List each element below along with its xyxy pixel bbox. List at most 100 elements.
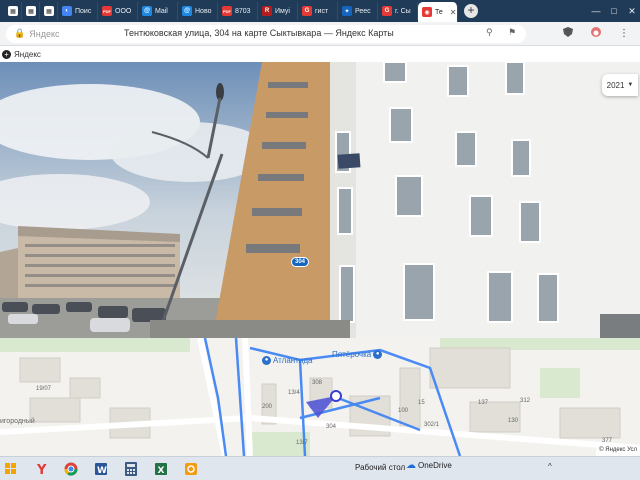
tab-label: Mail <box>155 7 168 15</box>
grid-icon: ▦ <box>26 6 36 16</box>
calculator-icon[interactable] <box>120 458 142 480</box>
poi-atlantida[interactable]: ● Атлантида <box>262 356 312 365</box>
building-number: 200 <box>262 404 273 410</box>
building-number: 137 <box>478 400 489 406</box>
svg-text:W: W <box>97 466 107 476</box>
onedrive-label: OneDrive <box>418 461 452 470</box>
panorama-image <box>0 62 640 338</box>
bookmarks-bar: + Яндекс <box>0 46 640 62</box>
tab-label: ООО <box>115 7 132 15</box>
google-icon: G <box>302 6 312 16</box>
shop-icon: ● <box>262 356 271 365</box>
tab[interactable]: ✦ Реес <box>338 2 378 20</box>
building-number: 130 <box>508 418 519 424</box>
bookmark-icon[interactable]: ⚑ <box>508 27 516 38</box>
url-field[interactable]: 🔒 Яндекс Тентюковская улица, 304 на карт… <box>6 24 526 43</box>
at-icon: @ <box>182 6 192 16</box>
tab[interactable]: @ Mail <box>138 2 178 20</box>
tab[interactable]: PDF 8703 <box>218 2 258 20</box>
building-number: 377 <box>602 438 613 444</box>
tab-list: ▦ ▦ ▦ ◐ Поис PDF ООО @ Mail @ Ново PDF 8703 R Имуі Gгис… <box>4 0 458 22</box>
yandex-bookmark-icon: + <box>2 49 11 59</box>
desktop-toolbar-label[interactable]: Рабочий стол <box>355 463 405 472</box>
tab[interactable]: PDF ООО <box>98 2 138 20</box>
poi-pyaterochka[interactable]: Пятёрочка ● <box>332 350 383 359</box>
tab-label: Поис <box>75 7 92 15</box>
map-canvas <box>0 338 640 456</box>
site-name: Яндекс <box>29 28 60 39</box>
svg-text:X: X <box>158 466 165 476</box>
rbc-icon: R <box>262 6 272 16</box>
start-icon[interactable] <box>0 458 22 480</box>
svg-text:Y: Y <box>36 463 47 476</box>
tab-label: Реес <box>355 7 371 15</box>
page-title: Тентюковская улица, 304 на карте Сыктывк… <box>124 27 394 38</box>
tab[interactable]: ▦ <box>40 2 58 20</box>
yandex-browser-icon[interactable]: Y <box>30 458 52 480</box>
tab[interactable]: ▦ <box>22 2 40 20</box>
orange-app-icon[interactable] <box>180 458 202 480</box>
tab[interactable]: ◐ Поис <box>58 2 98 20</box>
location-icon[interactable]: ⚲ <box>486 27 493 38</box>
tab-label: Ново <box>195 7 212 15</box>
year-label: 2021 <box>606 80 625 90</box>
district-label: игородный <box>0 418 35 425</box>
tab-label: г. Сы <box>395 7 411 15</box>
building-number: 13/4 <box>288 390 300 396</box>
at-icon: @ <box>142 6 152 16</box>
eagle-icon: ✦ <box>342 6 352 16</box>
building-number: 308 <box>312 380 323 386</box>
tab-active[interactable]: ◉ Те ✕ <box>418 2 458 22</box>
extension-shield-icon[interactable] <box>560 26 576 42</box>
minimize-button[interactable]: — <box>588 3 604 19</box>
browser-tab-strip: ▦ ▦ ▦ ◐ Поис PDF ООО @ Mail @ Ново PDF 8703 R Имуі Gгис… <box>0 0 640 22</box>
maximize-button[interactable]: □ <box>606 3 622 19</box>
panorama-year-selector[interactable]: 2021 ▼ <box>602 74 638 96</box>
tab-label: 8703 <box>235 7 251 15</box>
tab[interactable]: ▦ <box>4 2 22 20</box>
tab-label: Те <box>435 8 443 16</box>
new-tab-button[interactable]: + <box>464 4 478 18</box>
close-window-button[interactable]: ✕ <box>624 3 640 19</box>
tab[interactable]: R Имуі <box>258 2 298 20</box>
minimap[interactable]: ● Атлантида Пятёрочка ● игородный 19/07 … <box>0 338 640 456</box>
shop-icon: ● <box>373 350 383 359</box>
tab[interactable]: Gг. Сы <box>378 2 418 20</box>
browser-icon: ◐ <box>62 6 72 16</box>
building-number: 19/07 <box>36 386 52 392</box>
chevron-down-icon: ▼ <box>627 82 634 88</box>
tab-label: гист <box>315 7 329 15</box>
poi-label: Атлантида <box>273 356 313 365</box>
chrome-icon[interactable] <box>60 458 82 480</box>
windows-taskbar: Y W X <box>0 456 640 480</box>
tab[interactable]: Gгист <box>298 2 338 20</box>
bookmark-yandex[interactable]: Яндекс <box>14 50 41 59</box>
onedrive-toolbar[interactable]: ☁ OneDrive <box>406 460 452 471</box>
menu-dots-icon[interactable]: ⋮ <box>616 26 632 42</box>
map-copyright[interactable]: © Яндекс Усл <box>596 447 640 456</box>
google-icon: G <box>382 6 392 16</box>
cloud-icon: ☁ <box>406 460 416 471</box>
street-panorama[interactable]: 2021 ▼ 304 <box>0 62 640 338</box>
tab[interactable]: @ Ново <box>178 2 218 20</box>
map-pin-icon: ◉ <box>422 7 432 17</box>
excel-icon[interactable]: X <box>150 458 172 480</box>
address-bar: 🔒 Яндекс Тентюковская улица, 304 на карт… <box>0 22 640 46</box>
close-icon[interactable]: ✕ <box>450 8 457 17</box>
grid-icon: ▦ <box>8 6 18 16</box>
house-number-marker[interactable]: 304 <box>291 257 309 267</box>
poi-label: Пятёрочка <box>332 350 372 359</box>
building-number: 15 <box>418 400 425 406</box>
tray-overflow-chevron[interactable]: ^ <box>548 462 552 471</box>
lock-icon[interactable]: 🔒 <box>14 28 25 39</box>
building-number: 13/7 <box>296 440 308 446</box>
pdf-icon: PDF <box>222 6 232 16</box>
pdf-icon: PDF <box>102 6 112 16</box>
tab-label: Имуі <box>275 7 290 15</box>
building-number: 304 <box>326 424 337 430</box>
grid-icon: ▦ <box>44 6 54 16</box>
word-icon[interactable]: W <box>90 458 112 480</box>
building-number: 312 <box>520 398 531 404</box>
building-number: 302/1 <box>424 422 440 428</box>
extension-fox-icon[interactable] <box>588 26 604 42</box>
